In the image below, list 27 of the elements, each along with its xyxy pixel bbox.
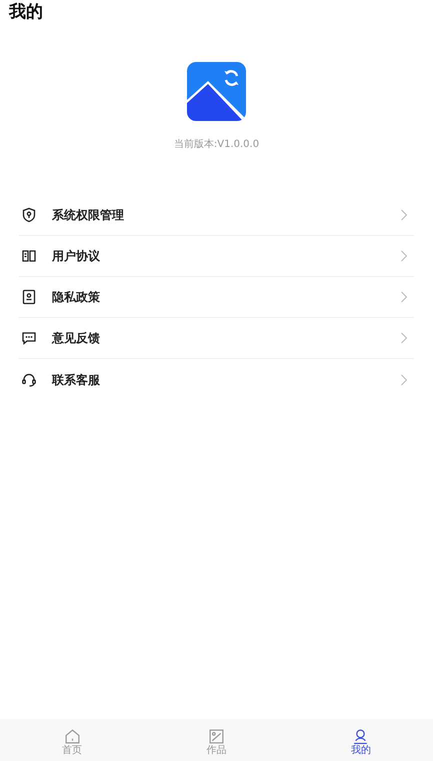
tab-item[interactable]: 我的 [288, 719, 433, 761]
chevron-right-icon [400, 291, 408, 303]
chat-icon [21, 330, 37, 346]
menu-label: 隐私政策 [52, 289, 101, 306]
user-icon [352, 728, 370, 745]
id-card-icon [21, 289, 37, 305]
image-icon [208, 728, 225, 745]
menu-item[interactable]: 用户协议 [19, 236, 414, 277]
menu-item[interactable]: 意见反馈 [19, 318, 414, 359]
headset-icon [21, 372, 37, 388]
menu-label: 联系客服 [52, 372, 101, 388]
home-icon [64, 728, 81, 745]
shield-icon [21, 207, 37, 223]
book-icon [21, 248, 37, 264]
menu-label: 系统权限管理 [52, 207, 125, 224]
chevron-right-icon [400, 332, 408, 344]
menu-item[interactable]: 隐私政策 [19, 277, 414, 318]
menu-label: 意见反馈 [52, 330, 101, 347]
page-title: 我的 [9, 2, 43, 22]
chevron-right-icon [400, 250, 408, 262]
menu-label: 用户协议 [52, 248, 101, 265]
app-logo-icon [187, 62, 246, 121]
menu-item[interactable]: 联系客服 [19, 359, 414, 400]
chevron-right-icon [400, 374, 408, 386]
chevron-right-icon [400, 209, 408, 221]
version-text: 当前版本:V1.0.0.0 [174, 138, 260, 152]
menu-item[interactable]: 系统权限管理 [19, 195, 414, 236]
